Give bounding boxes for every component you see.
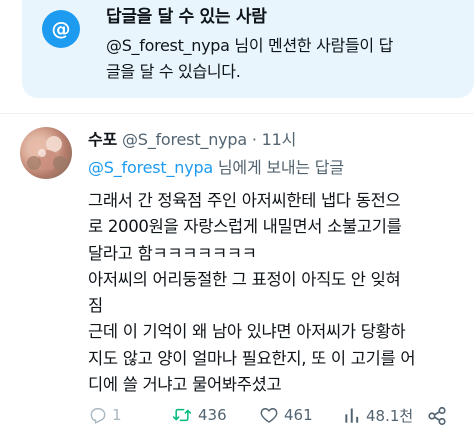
reply-button[interactable]: 1 xyxy=(88,405,122,425)
retweet-count: 436 xyxy=(198,406,227,424)
retweet-button[interactable]: 436 xyxy=(170,405,227,425)
separator-dot: · xyxy=(251,130,257,149)
views-count: 48.1천 xyxy=(366,407,414,425)
tweet-text-line: 지도 않고 양이 얼마나 필요한지, 또 이 고기를 어 xyxy=(88,348,416,368)
divider xyxy=(0,113,474,114)
tweet-body: 그래서 간 정육점 주인 아저씨한테 냅다 동전으 로 2000원을 자랑스럽게… xyxy=(88,188,468,398)
tweet-text-line: 짐 xyxy=(88,296,103,316)
reply-to-suffix: 님에게 보내는 답글 xyxy=(213,158,344,177)
views-bar-chart-icon xyxy=(345,408,359,423)
tweet-text-line: 그래서 간 정육점 주인 아저씨한테 냅다 동전으 xyxy=(88,191,401,210)
tweet-text-line: 디에 쓸 거냐고 물어봐주셨고 xyxy=(88,375,282,395)
tweet-text-line: 아저씨의 어리둥절한 그 표정이 아직도 안 잊혀 xyxy=(88,269,401,289)
reply-count: 1 xyxy=(112,406,122,424)
tweet-header: 수포 @S_forest_nypa · 11시 xyxy=(88,126,296,150)
replying-to: @S_forest_nypa 님에게 보내는 답글 xyxy=(88,154,344,178)
notice-text-line1: 님이 멘션한 사람들이 답 xyxy=(229,36,393,55)
notice-body: @S_forest_nypa 님이 멘션한 사람들이 답 글을 달 수 있습니다… xyxy=(106,33,474,85)
avatar[interactable] xyxy=(20,127,72,179)
notice-title: 답글을 달 수 있는 사람 xyxy=(106,7,267,27)
display-name[interactable]: 수포 xyxy=(88,130,117,149)
timestamp[interactable]: 11시 xyxy=(262,130,297,149)
reply-mention-link[interactable]: @S_forest_nypa xyxy=(88,158,213,177)
tweet-page: @ 답글을 달 수 있는 사람 @S_forest_nypa 님이 멘션한 사람… xyxy=(0,0,474,435)
reply-permission-notice: @ 답글을 달 수 있는 사람 @S_forest_nypa 님이 멘션한 사람… xyxy=(22,0,474,98)
share-button[interactable] xyxy=(426,405,448,427)
views-button[interactable]: 48.1천 xyxy=(342,405,413,426)
user-handle[interactable]: @S_forest_nypa xyxy=(122,130,247,149)
tweet-text-line: 달라고 함ㅋㅋㅋㅋㅋㅋㅋ xyxy=(88,243,257,263)
heart-icon xyxy=(260,408,278,423)
reply-icon xyxy=(90,408,106,424)
like-count: 461 xyxy=(284,406,313,424)
tweet-text-line: 근데 이 기억이 왜 남아 있냐면 아저씨가 당황하 xyxy=(88,322,406,342)
like-button[interactable]: 461 xyxy=(258,405,313,425)
action-bar: 1 436 461 48.1천 xyxy=(88,405,474,431)
retweet-icon xyxy=(172,408,192,422)
notice-mention-link[interactable]: @S_forest_nypa xyxy=(106,36,230,55)
share-icon xyxy=(428,406,446,426)
tweet-text-line: 로 2000원을 자랑스럽게 내밀면서 소불고기를 xyxy=(88,217,402,237)
notice-text-line2: 글을 달 수 있습니다. xyxy=(106,62,241,81)
at-icon: @ xyxy=(42,10,80,48)
